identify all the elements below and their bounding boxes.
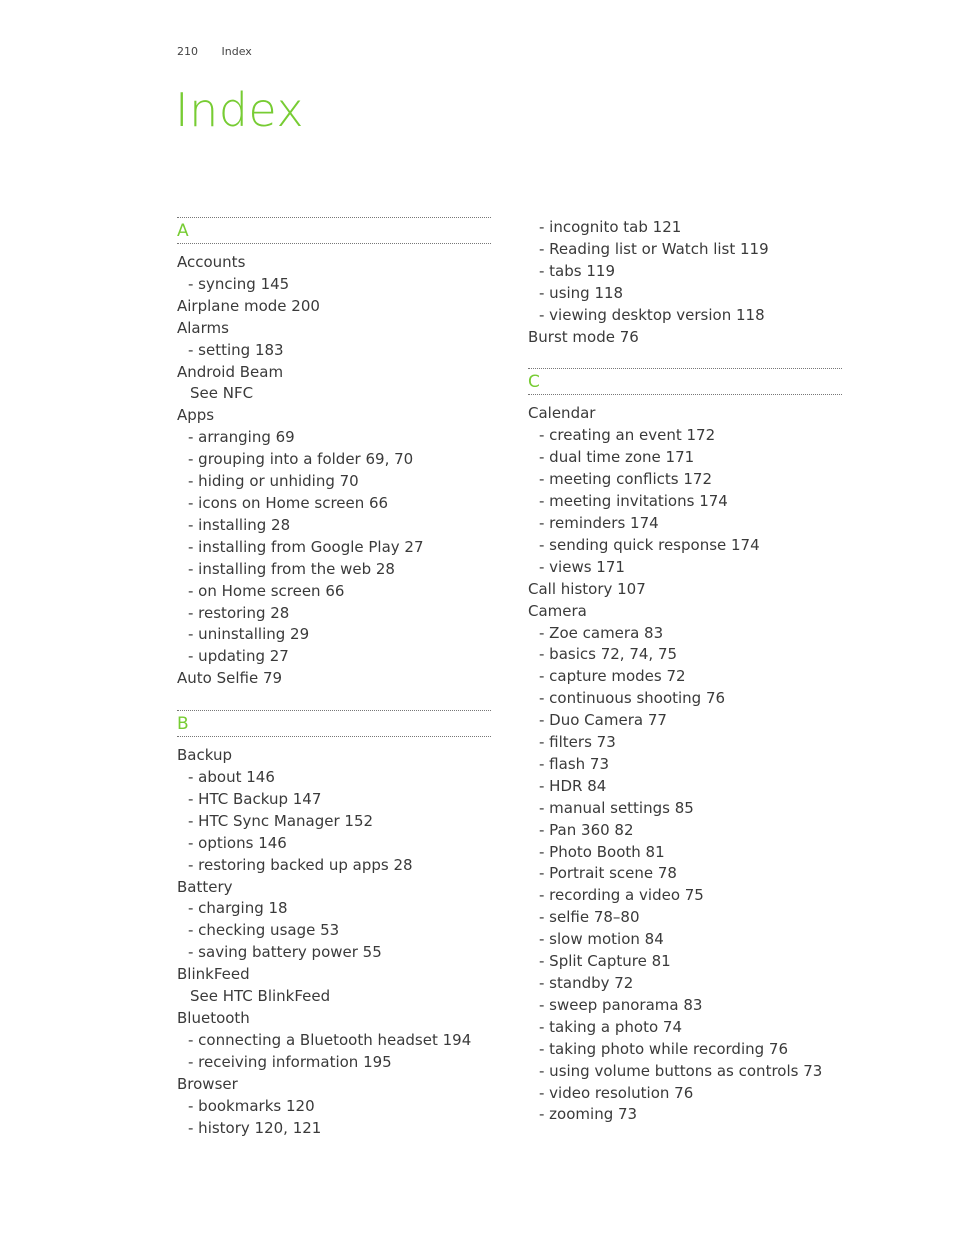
index-subentry: - meeting invitations 174 — [539, 492, 728, 511]
index-subentry: - installing from the web 28 — [188, 559, 395, 578]
index-subentry: - syncing 145 — [188, 274, 290, 293]
index-entry: Burst mode 76 — [528, 327, 639, 346]
index-entry: Call history 107 — [528, 579, 646, 598]
index-subentry: - grouping into a folder 69, 70 — [188, 450, 414, 469]
index-subentry: - zooming 73 — [539, 1105, 638, 1124]
index-subentry: - updating 27 — [188, 647, 289, 666]
running-header: 210 Index — [177, 45, 252, 58]
index-subentry: - about 146 — [188, 768, 275, 787]
index-entry: Calendar — [528, 404, 596, 423]
index-subentry: - hiding or unhiding 70 — [188, 472, 359, 491]
index-column-right: - incognito tab 121 - Reading list or Wat… — [528, 217, 842, 1126]
index-subentry: - video resolution 76 — [539, 1083, 694, 1102]
index-subentry: - HTC Backup 147 — [188, 789, 322, 808]
index-entry: Backup — [177, 746, 232, 765]
index-subentry: - Zoe camera 83 — [539, 623, 664, 642]
index-subentry: - standby 72 — [539, 974, 634, 992]
index-entry: Battery — [177, 877, 233, 896]
index-subentry: - taking a photo 74 — [539, 1017, 682, 1036]
index-subentry: - HDR 84 — [539, 776, 607, 795]
index-see-reference: See HTC BlinkFeed — [190, 987, 331, 1006]
index-entry: Apps — [177, 406, 215, 425]
index-subentry: - continuous shooting 76 — [539, 689, 726, 708]
index-subentry: - sending quick response 174 — [539, 535, 760, 554]
index-subentry: - Pan 360 82 — [539, 820, 634, 839]
index-subentry: - using volume buttons as controls 73 — [539, 1061, 823, 1080]
index-subentry: - slow motion 84 — [539, 930, 664, 949]
index-subentry: - on Home screen 66 — [188, 581, 345, 600]
index-subentry: - manual settings 85 — [539, 798, 694, 817]
index-subentry: - Split Capture 81 — [539, 952, 671, 971]
section-header-b: B — [177, 710, 491, 738]
index-subentry: - arranging 69 — [188, 428, 295, 447]
section-header-a: A — [177, 217, 491, 244]
index-column-left: A Accounts - syncing 145 Airplane mode 200 A… — [177, 217, 491, 1139]
index-subentry: - views 171 — [539, 557, 625, 576]
index-subentry: - sweep panorama 83 — [539, 995, 703, 1014]
index-subentry: - receiving information 195 — [188, 1052, 392, 1071]
index-subentry: - connecting a Bluetooth headset 194 — [188, 1030, 472, 1049]
section-header-c: C — [528, 368, 842, 396]
index-subentry: - Portrait scene 78 — [539, 864, 677, 883]
index-subentry: - HTC Sync Manager 152 — [188, 811, 374, 830]
index-subentry: - restoring 28 — [188, 603, 290, 622]
index-entry: Auto Selfie 79 — [177, 669, 283, 688]
index-entry: BlinkFeed — [177, 965, 250, 984]
index-entry: Camera — [528, 601, 587, 620]
index-subentry: - Duo Camera 77 — [539, 711, 667, 730]
page-number: 210 — [177, 45, 198, 58]
index-subentry: - installing from Google Play 27 — [188, 537, 424, 556]
index-subentry: - uninstalling 29 — [188, 625, 310, 644]
index-subentry: - creating an event 172 — [539, 426, 716, 445]
index-subentry: - using 118 — [539, 283, 624, 302]
index-subentry: - installing 28 — [188, 515, 291, 534]
index-entry: Airplane mode 200 — [177, 296, 320, 315]
index-subentry: - capture modes 72 — [539, 667, 686, 686]
index-subentry: - viewing desktop version 118 — [539, 305, 765, 324]
index-subentry: - setting 183 — [188, 340, 284, 359]
section-letter: C — [528, 372, 540, 393]
index-subentry: - saving battery power 55 — [188, 943, 382, 962]
index-subentry: - Reading list or Watch list 119 — [539, 239, 769, 258]
index-subentry: - charging 18 — [188, 899, 288, 918]
index-entry: Browser — [177, 1074, 238, 1093]
index-subentry: - basics 72, 74, 75 — [539, 645, 678, 664]
index-subentry: - meeting conflicts 172 — [539, 470, 712, 489]
index-subentry: - dual time zone 171 — [539, 448, 695, 467]
index-subentry: - tabs 119 — [539, 261, 615, 280]
index-subentry: - taking photo while recording 76 — [539, 1039, 789, 1058]
index-entry: Accounts — [177, 253, 246, 271]
index-subentry: - recording a video 75 — [539, 886, 704, 905]
index-see-reference: See NFC — [190, 384, 254, 403]
index-subentry: - history 120, 121 — [188, 1118, 322, 1137]
index-subentry: - checking usage 53 — [188, 921, 340, 940]
index-subentry: - selfie 78–80 — [539, 908, 640, 927]
index-subentry: - bookmarks 120 — [188, 1096, 315, 1115]
section-letter: B — [177, 714, 189, 735]
index-subentry: - incognito tab 121 — [539, 218, 682, 236]
index-subentry: - Photo Booth 81 — [539, 842, 665, 861]
page-title: Index — [175, 83, 305, 137]
running-section-title: Index — [221, 45, 252, 58]
index-subentry: - icons on Home screen 66 — [188, 493, 389, 512]
index-subentry: - restoring backed up apps 28 — [188, 855, 413, 874]
index-entry: Bluetooth — [177, 1009, 250, 1027]
index-subentry: - filters 73 — [539, 733, 616, 752]
index-subentry: - reminders 174 — [539, 513, 659, 532]
index-entry: Alarms — [177, 318, 229, 337]
index-subentry: - options 146 — [188, 833, 287, 852]
section-letter: A — [177, 221, 189, 241]
index-entry: Android Beam — [177, 362, 284, 381]
index-subentry: - flash 73 — [539, 754, 609, 773]
